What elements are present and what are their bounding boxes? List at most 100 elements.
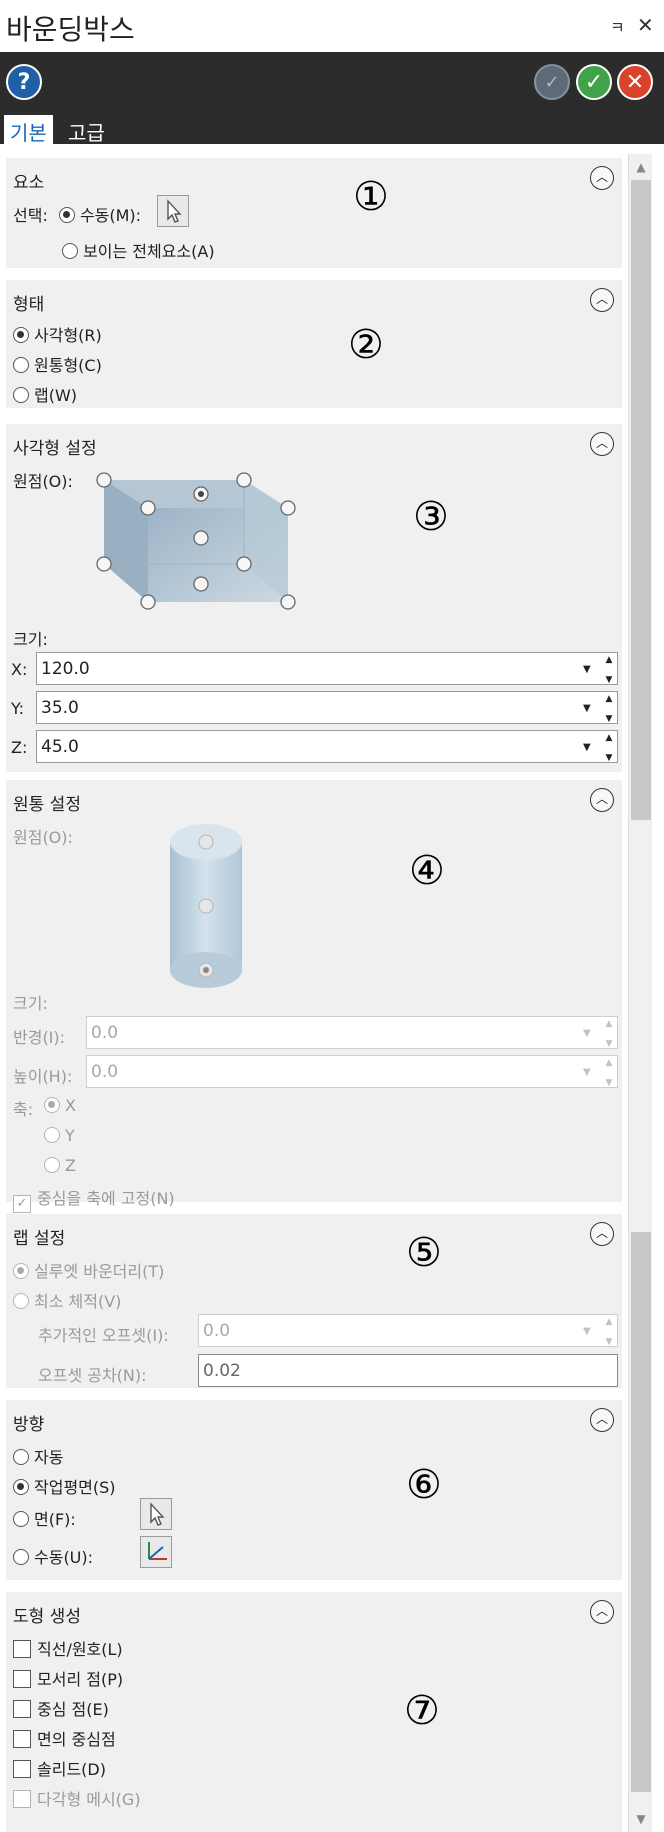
panel-title: 요소 bbox=[13, 173, 45, 193]
y-size-field[interactable]: 35.0 ▼ ▲ ▼ bbox=[36, 691, 618, 724]
create-center-point-checkbox[interactable]: 중심 점(E) bbox=[13, 1696, 109, 1720]
offset-field[interactable]: 0.0 ▼ ▲ ▼ bbox=[198, 1314, 618, 1347]
options-scroll-area: 요소 ︿ 선택: 수동(M): 보이는 전체요소(A) ① 형태 ︿ 사각형(R… bbox=[0, 144, 664, 1832]
tolerance-field[interactable]: 0.02 bbox=[198, 1354, 618, 1387]
dropdown-arrow-icon[interactable]: ▼ bbox=[583, 742, 591, 753]
x-size-field[interactable]: 120.0 ▼ ▲ ▼ bbox=[36, 652, 618, 685]
annotation-number: ② bbox=[348, 322, 384, 368]
vertical-scrollbar[interactable]: ▲ ▼ bbox=[628, 154, 652, 1832]
direction-face-radio[interactable]: 면(F): bbox=[13, 1506, 76, 1530]
create-solid-checkbox[interactable]: 솔리드(D) bbox=[13, 1756, 106, 1780]
dropdown-arrow-icon[interactable]: ▼ bbox=[583, 703, 591, 714]
panel-title: 방향 bbox=[13, 1415, 45, 1435]
panel-title: 사각형 설정 bbox=[13, 439, 97, 459]
tolerance-label: 오프셋 공차(N): bbox=[38, 1366, 147, 1385]
z-label: Z: bbox=[11, 738, 28, 757]
shape-panel: 형태 ︿ 사각형(R) 원통형(C) 랩(W) ② bbox=[6, 280, 622, 408]
close-icon[interactable]: ✕ bbox=[637, 13, 654, 37]
fix-center-checkbox[interactable]: ✓ 중심을 축에 고정(N) bbox=[13, 1185, 175, 1213]
scroll-up-icon[interactable]: ▲ bbox=[632, 158, 650, 176]
pick-button[interactable] bbox=[157, 195, 189, 227]
tab-basic[interactable]: 기본 bbox=[4, 115, 53, 145]
manual-axis-button[interactable] bbox=[140, 1536, 172, 1568]
face-pick-button[interactable] bbox=[140, 1498, 172, 1530]
annotation-number: ⑥ bbox=[406, 1462, 442, 1508]
annotation-number: ① bbox=[353, 174, 389, 220]
rect-settings-panel: 사각형 설정 ︿ 원점(O): 크기: X: 120.0 ▼ ▲ ▼ Y: 35… bbox=[6, 424, 622, 772]
create-corner-points-checkbox[interactable]: 모서리 점(P) bbox=[13, 1666, 123, 1690]
ok-button[interactable]: ✓ bbox=[576, 64, 612, 100]
x-label: X: bbox=[11, 660, 28, 679]
z-size-field[interactable]: 45.0 ▼ ▲ ▼ bbox=[36, 730, 618, 763]
axis-x-radio[interactable]: X bbox=[44, 1096, 76, 1115]
cylinder-settings-panel: 원통 설정 ︿ 원점(O): 크기: 반경(I): 0.0 ▼ ▲ ▼ 높이(H)… bbox=[6, 780, 622, 1213]
dropdown-arrow-icon: ▼ bbox=[583, 1326, 591, 1337]
box-origin-picker[interactable] bbox=[86, 464, 336, 624]
element-panel: 요소 ︿ 선택: 수동(M): 보이는 전체요소(A) ① bbox=[6, 158, 622, 268]
annotation-number: ④ bbox=[409, 848, 445, 894]
window-title: 바운딩박스 bbox=[6, 13, 135, 46]
cylinder-origin-picker bbox=[170, 824, 242, 988]
axis-z-radio[interactable]: Z bbox=[44, 1156, 76, 1175]
collapse-button[interactable]: ︿ bbox=[590, 166, 614, 190]
min-volume-radio[interactable]: 최소 체적(V) bbox=[13, 1288, 121, 1312]
apply-continue-button[interactable]: ✓ bbox=[534, 64, 570, 100]
collapse-button[interactable]: ︿ bbox=[590, 288, 614, 312]
collapse-button[interactable]: ︿ bbox=[590, 1600, 614, 1624]
origin-label: 원점(O): bbox=[13, 828, 73, 847]
spinner-icon[interactable]: ▲ ▼ bbox=[603, 733, 615, 763]
cursor-icon bbox=[167, 199, 182, 223]
dropdown-arrow-icon: ▼ bbox=[583, 1067, 591, 1078]
direction-panel: 방향 ︿ 자동 작업평면(S) 면(F): 수동(U): ⑥ bbox=[6, 1400, 622, 1580]
collapse-button[interactable]: ︿ bbox=[590, 432, 614, 456]
create-mesh-checkbox[interactable]: 다각형 메시(G) bbox=[13, 1786, 141, 1810]
annotation-number: ⑤ bbox=[406, 1230, 442, 1276]
spinner-icon[interactable]: ▲ ▼ bbox=[603, 694, 615, 724]
silhouette-radio[interactable]: 실루엣 바운더리(T) bbox=[13, 1258, 164, 1282]
dropdown-arrow-icon: ▼ bbox=[583, 1028, 591, 1039]
height-field[interactable]: 0.0 ▼ ▲ ▼ bbox=[86, 1055, 618, 1088]
dropdown-arrow-icon[interactable]: ▼ bbox=[583, 664, 591, 675]
scroll-down-icon[interactable]: ▼ bbox=[632, 1810, 650, 1828]
collapse-button[interactable]: ︿ bbox=[590, 1408, 614, 1432]
toolbar: ? ✓ ✓ ✕ 기본 고급 bbox=[0, 52, 664, 145]
spinner-icon: ▲ ▼ bbox=[605, 1058, 613, 1088]
help-button[interactable]: ? bbox=[6, 64, 42, 100]
panel-title: 형태 bbox=[13, 295, 45, 315]
tab-advanced[interactable]: 고급 bbox=[62, 115, 111, 145]
annotation-number: ③ bbox=[413, 494, 449, 540]
collapse-button[interactable]: ︿ bbox=[590, 788, 614, 812]
manual-select-radio[interactable]: 수동(M): bbox=[58, 206, 141, 225]
shape-rect-radio[interactable]: 사각형(R) bbox=[13, 322, 102, 346]
pin-icon[interactable]: ㅋ bbox=[610, 14, 625, 38]
cancel-button[interactable]: ✕ bbox=[617, 64, 653, 100]
direction-auto-radio[interactable]: 자동 bbox=[13, 1444, 63, 1468]
scroll-thumb[interactable] bbox=[631, 180, 651, 820]
axis-triad-icon bbox=[148, 1542, 167, 1560]
all-visible-radio[interactable]: 보이는 전체요소(A) bbox=[62, 238, 215, 262]
scroll-thumb[interactable] bbox=[631, 1232, 651, 1792]
select-label: 선택: bbox=[13, 206, 48, 225]
create-geometry-panel: 도형 생성 ︿ 직선/원호(L) 모서리 점(P) 중심 점(E) 면의 중심점… bbox=[6, 1592, 622, 1832]
create-lines-checkbox[interactable]: 직선/원호(L) bbox=[13, 1636, 123, 1660]
collapse-button[interactable]: ︿ bbox=[590, 1222, 614, 1246]
y-label: Y: bbox=[11, 699, 25, 718]
panel-title: 랩 설정 bbox=[13, 1229, 66, 1249]
spinner-icon[interactable]: ▲ ▼ bbox=[603, 655, 615, 685]
shape-wrap-radio[interactable]: 랩(W) bbox=[13, 382, 77, 406]
origin-label: 원점(O): bbox=[13, 472, 73, 491]
shape-cylinder-radio[interactable]: 원통형(C) bbox=[13, 352, 102, 376]
annotation-number: ⑦ bbox=[404, 1688, 440, 1734]
size-label: 크기: bbox=[13, 994, 48, 1013]
direction-manual-radio[interactable]: 수동(U): bbox=[13, 1544, 93, 1568]
spinner-icon: ▲ ▼ bbox=[605, 1317, 613, 1347]
axis-y-radio[interactable]: Y bbox=[44, 1126, 75, 1145]
create-face-centers-checkbox[interactable]: 면의 중심점 bbox=[13, 1726, 116, 1750]
panel-title: 원통 설정 bbox=[13, 795, 81, 815]
direction-workplane-radio[interactable]: 작업평면(S) bbox=[13, 1474, 116, 1498]
radius-field[interactable]: 0.0 ▼ ▲ ▼ bbox=[86, 1016, 618, 1049]
offset-label: 추가적인 오프셋(I): bbox=[38, 1326, 169, 1345]
size-label: 크기: bbox=[13, 630, 48, 649]
panel-title: 도형 생성 bbox=[13, 1607, 81, 1627]
wrap-settings-panel: 랩 설정 ︿ 실루엣 바운더리(T) 최소 체적(V) 추가적인 오프셋(I):… bbox=[6, 1214, 622, 1388]
